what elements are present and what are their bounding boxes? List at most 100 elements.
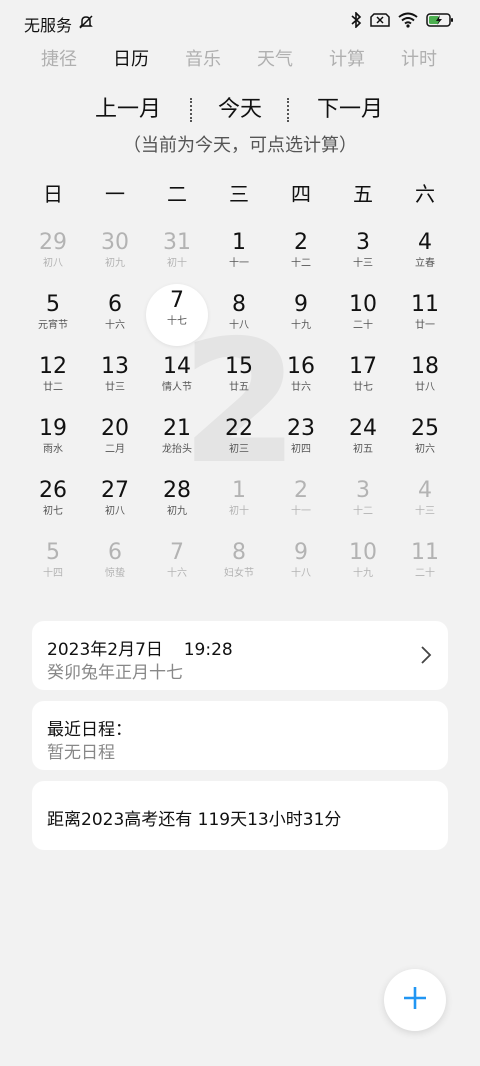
day-number: 25 [411, 416, 439, 441]
calendar-day[interactable]: 10 十九 [332, 536, 394, 598]
lunar-label: 雨水 [43, 444, 63, 455]
hint-text: （当前为今天，可点选计算） [123, 135, 357, 156]
calendar-day[interactable]: 15 廿五 [208, 350, 270, 412]
calendar-day[interactable]: 2 十一 [270, 474, 332, 536]
lunar-label: 十七 [167, 316, 187, 327]
calendar-day[interactable]: 21 龙抬头 [146, 412, 208, 474]
calendar-day[interactable]: 28 初九 [146, 474, 208, 536]
status-bar: 无服务 [0, 0, 480, 46]
lunar-label: 立春 [415, 258, 435, 269]
day-number: 8 [232, 540, 246, 565]
calendar-day[interactable]: 17 廿七 [332, 350, 394, 412]
calendar-day[interactable]: 31 初十 [146, 226, 208, 288]
calendar-day[interactable]: 25 初六 [394, 412, 456, 474]
calendar-day[interactable]: 6 惊蛰 [84, 536, 146, 598]
lunar-label: 初三 [229, 444, 249, 455]
calendar-day[interactable]: 22 初三 [208, 412, 270, 474]
calendar-day[interactable]: 13 廿三 [84, 350, 146, 412]
prev-month-button[interactable]: 上一月 [95, 94, 161, 126]
calendar-day[interactable]: 18 廿八 [394, 350, 456, 412]
datetime-line: 2023年2月7日 19:28 [47, 635, 233, 660]
day-number: 9 [294, 292, 308, 317]
day-number: 27 [101, 478, 129, 503]
day-number: 3 [356, 478, 370, 503]
calendar-day[interactable]: 11 二十 [394, 536, 456, 598]
calendar-day[interactable]: 2 十二 [270, 226, 332, 288]
day-number: 20 [101, 416, 129, 441]
calendar-day[interactable]: 1 十一 [208, 226, 270, 288]
calendar-day[interactable]: 4 立春 [394, 226, 456, 288]
nav-divider [190, 98, 192, 122]
tab-calendar[interactable]: 日历 [95, 46, 167, 76]
calendar-day[interactable]: 5 元宵节 [22, 288, 84, 350]
lunar-label: 二月 [105, 444, 125, 455]
sim-none-icon [370, 12, 390, 28]
calendar-day[interactable]: 26 初七 [22, 474, 84, 536]
wifi-icon [398, 12, 418, 28]
schedule-empty-text: 暂无日程 [47, 743, 115, 763]
lunar-label: 初九 [105, 258, 125, 269]
lunar-label: 廿六 [291, 382, 311, 393]
calendar-day[interactable]: 1 初十 [208, 474, 270, 536]
lunar-label: 十二 [353, 506, 373, 517]
schedule-card[interactable]: 最近日程： 暂无日程 [32, 701, 448, 770]
calendar-day[interactable]: 14 情人节 [146, 350, 208, 412]
lunar-label: 龙抬头 [162, 444, 192, 455]
tab-music[interactable]: 音乐 [167, 46, 239, 76]
calendar-day[interactable]: 3 十三 [332, 226, 394, 288]
countdown-card[interactable]: 距离2023高考还有 119天13小时31分 [32, 781, 448, 850]
tab-timer[interactable]: 计时 [383, 46, 455, 76]
day-number: 22 [225, 416, 253, 441]
calendar-day[interactable]: 9 十八 [270, 536, 332, 598]
calendar-day[interactable]: 6 十六 [84, 288, 146, 350]
tab-weather[interactable]: 天气 [239, 46, 311, 76]
datetime-card[interactable]: 2023年2月7日 19:28 癸卯兔年正月十七 [32, 621, 448, 690]
tab-shortcuts[interactable]: 捷径 [23, 46, 95, 76]
calendar-day[interactable]: 20 二月 [84, 412, 146, 474]
calendar-day[interactable]: 5 十四 [22, 536, 84, 598]
calendar-day[interactable]: 30 初九 [84, 226, 146, 288]
calendar-day[interactable]: 12 廿二 [22, 350, 84, 412]
screen: 无服务 捷径 日历 音乐 天气 计算 计时 上一月 今天 下一月 （当前为今天，… [0, 0, 480, 1066]
day-number: 1 [232, 230, 246, 255]
calendar-day[interactable]: 23 初四 [270, 412, 332, 474]
lunar-label: 情人节 [162, 382, 192, 393]
top-tab-bar: 捷径 日历 音乐 天气 计算 计时 [0, 46, 480, 76]
weekday-header: 六 [415, 182, 435, 206]
calendar-day[interactable]: 29 初八 [22, 226, 84, 288]
calendar-day-today[interactable]: 7 十七 [146, 284, 208, 346]
day-number: 18 [411, 354, 439, 379]
calendar-day[interactable]: 16 廿六 [270, 350, 332, 412]
weekday-header: 二 [167, 182, 187, 206]
weekday-header: 四 [291, 182, 311, 206]
day-number: 5 [46, 540, 60, 565]
lunar-label: 十一 [291, 506, 311, 517]
weekday-header: 五 [353, 182, 373, 206]
calendar-day[interactable]: 4 十三 [394, 474, 456, 536]
calendar-day[interactable]: 3 十二 [332, 474, 394, 536]
calendar-day[interactable]: 27 初八 [84, 474, 146, 536]
lunar-label: 十六 [167, 568, 187, 579]
mute-icon [78, 14, 94, 34]
day-number: 15 [225, 354, 253, 379]
calendar-day[interactable]: 10 二十 [332, 288, 394, 350]
lunar-label: 十四 [43, 568, 63, 579]
lunar-label: 廿三 [105, 382, 125, 393]
calendar-day[interactable]: 8 十八 [208, 288, 270, 350]
lunar-label: 十八 [229, 320, 249, 331]
calendar-day[interactable]: 7 十六 [146, 536, 208, 598]
lunar-label: 妇女节 [224, 568, 254, 579]
day-number: 8 [232, 292, 246, 317]
today-button[interactable]: 今天 [218, 94, 262, 126]
add-button[interactable] [384, 969, 446, 1031]
calendar-day[interactable]: 11 廿一 [394, 288, 456, 350]
next-month-button[interactable]: 下一月 [317, 94, 383, 126]
calendar-day[interactable]: 8 妇女节 [208, 536, 270, 598]
day-number: 1 [232, 478, 246, 503]
calendar-day[interactable]: 19 雨水 [22, 412, 84, 474]
chevron-right-icon [420, 645, 432, 669]
tab-calculator[interactable]: 计算 [311, 46, 383, 76]
day-number: 14 [163, 354, 191, 379]
calendar-day[interactable]: 24 初五 [332, 412, 394, 474]
calendar-day[interactable]: 9 十九 [270, 288, 332, 350]
